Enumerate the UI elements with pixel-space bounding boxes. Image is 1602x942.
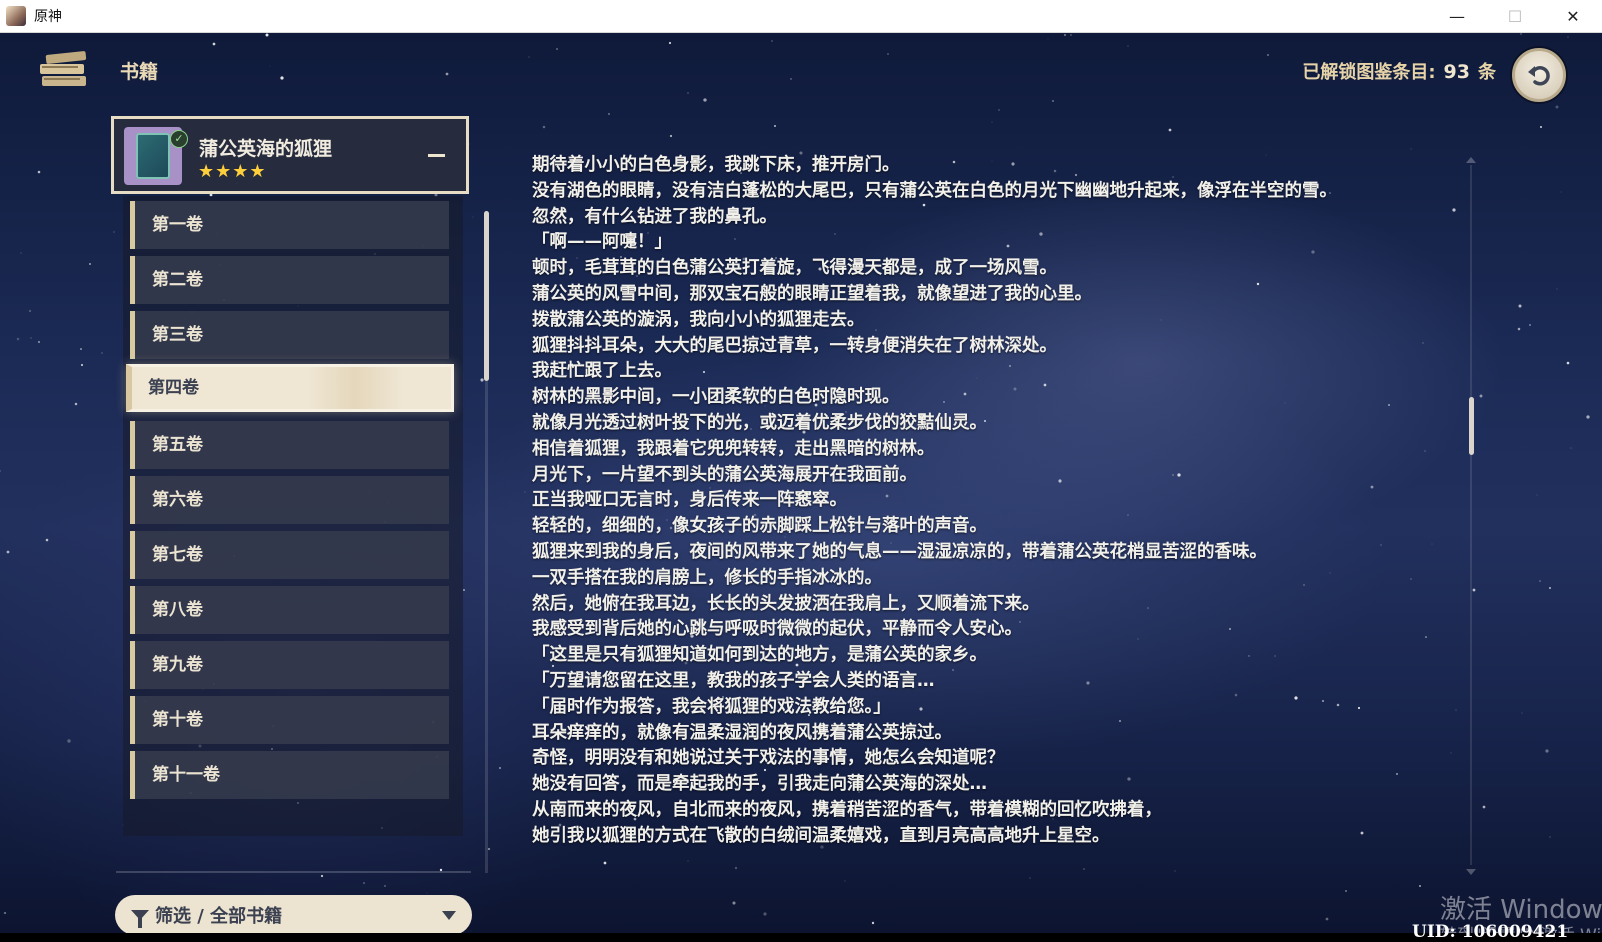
scroll-down-arrow-icon[interactable] [1466,869,1476,875]
window-title: 原神 [34,9,62,25]
text-line: 「这里是只有狐狸知道如何到达的地方，是蒲公英的家乡。 [532,645,987,666]
text-line: 一双手搭在我的肩膀上，修长的手指冰冰的。 [532,567,882,588]
text-line: 我感受到背后她的心跳与呼吸时微微的起伏，平静而令人安心。 [532,619,1022,640]
text-line: 期待着小小的白色身影，我跳下床，推开房门。 [532,155,900,175]
volume-list: 第一卷 第二卷 第三卷 第四卷 第五卷 第六卷 第七卷 第八卷 第九卷 第十卷 … [123,196,463,836]
unlock-count: 93 [1443,61,1470,83]
player-uid: UID: 106009421 [1412,922,1569,942]
section-title: 书籍 [120,61,159,83]
minimize-button[interactable]: — [1428,0,1486,32]
volume-item-10[interactable]: 第十卷 [130,696,449,744]
scroll-up-arrow-icon[interactable] [1466,157,1476,163]
collapse-icon[interactable] [428,154,445,157]
list-scrollbar-thumb[interactable] [484,211,489,381]
text-line: 然后，她俯在我耳边，长长的头发披洒在我肩上，又顺着流下来。 [532,593,1040,614]
maximize-button[interactable]: ☐ [1486,0,1544,32]
text-line: 从南而来的夜风，自北而来的夜风，携着稍苦涩的香气，带着模糊的回忆吹拂着， [532,799,1162,820]
volume-item-2[interactable]: 第二卷 [130,256,449,304]
books-icon [40,51,87,86]
text-line: 忽然，有什么钻进了我的鼻孔。 [532,206,777,227]
text-line: 蒲公英的风雪中间，那双宝石般的眼睛正望着我，就像望进了我的心里。 [532,283,1092,304]
text-scrollbar-track[interactable] [1470,165,1472,865]
volume-item-4-selected[interactable]: 第四卷 [126,364,454,412]
chevron-down-icon [442,911,456,920]
text-line: 没有湖色的眼睛，没有洁白蓬松的大尾巴，只有蒲公英在白色的月光下幽幽地升起来，像浮… [532,180,1337,201]
text-line: 「啊——阿嚏！」 [532,232,672,253]
text-line: 她没有回答，而是牵起我的手，引我走向蒲公英海的深处… [532,774,987,795]
text-line: 顿时，毛茸茸的白色蒲公英打着旋，飞得漫天都是，成了一场风雪。 [532,258,1057,279]
text-line: 狐狸来到我的身后，夜间的风带来了她的气息——湿湿凉凉的，带着蒲公英花梢显苦涩的香… [532,541,1267,562]
volume-item-8[interactable]: 第八卷 [130,586,449,634]
volume-item-5[interactable]: 第五卷 [130,421,449,469]
read-check-icon: ✓ [170,130,188,148]
unlock-counter: 已解锁图鉴条目: 93 条 [1302,58,1496,84]
unlock-unit: 条 [1478,62,1496,83]
book-entry-header[interactable]: ✓ 蒲公英海的狐狸 ★★★★ [111,116,469,194]
book-rating: ★★★★ [198,161,267,182]
book-text: 期待着小小的白色身影，我跳下床，推开房门。没有湖色的眼睛，没有洁白蓬松的大尾巴，… [532,153,1437,850]
window-titlebar: 原神 — ☐ ✕ [0,0,1602,33]
text-line: 我赶忙跟了上去。 [532,361,672,382]
text-line: 月光下，一片望不到头的蒲公英海展开在我面前。 [532,464,917,485]
filter-icon [131,910,149,928]
text-line: 狐狸抖抖耳朵，大大的尾巴掠过青草，一转身便消失在了树林深处。 [532,335,1057,356]
text-line: 就像月光透过树叶投下的光，或迈着优柔步伐的狡黠仙灵。 [532,412,987,433]
volume-item-7[interactable]: 第七卷 [130,531,449,579]
text-line: 「万望请您留在这里，教我的孩子学会人类的语言… [532,670,935,691]
app-icon [6,6,26,26]
filter-label: 筛选 / 全部书籍 [155,906,283,927]
text-line: 耳朵痒痒的，就像有温柔湿润的夜风携着蒲公英掠过。 [532,722,952,743]
volume-item-11[interactable]: 第十一卷 [130,751,449,799]
volume-item-6[interactable]: 第六卷 [130,476,449,524]
volume-item-3[interactable]: 第三卷 [130,311,449,359]
text-scrollbar-thumb[interactable] [1469,397,1474,455]
game-viewport: 书籍 已解锁图鉴条目: 93 条 ✓ 蒲公英海的狐狸 ★★★★ 第一卷 第二卷 … [0,33,1602,933]
book-title: 蒲公英海的狐狸 [199,138,333,160]
volume-item-9[interactable]: 第九卷 [130,641,449,689]
unlock-label: 已解锁图鉴条目: [1302,62,1436,83]
text-line: 拨散蒲公英的漩涡，我向小小的狐狸走去。 [532,309,865,330]
text-line: 相信着狐狸，我跟着它兜兜转转，走出黑暗的树林。 [532,438,935,459]
text-line: 树林的黑影中间，一小团柔软的白色时隐时现。 [532,387,900,408]
list-divider [116,871,471,873]
text-line: 她引我以狐狸的方式在飞散的白绒间温柔嬉戏，直到月亮高高地升上星空。 [532,825,1110,846]
book-cover-icon: ✓ [124,127,188,185]
back-arrow-icon [1528,66,1550,86]
text-line: 奇怪，明明没有和她说过关于戏法的事情，她怎么会知道呢？ [532,748,1005,769]
text-line: 正当我哑口无言时，身后传来一阵窸窣。 [532,490,847,511]
text-line: 轻轻的，细细的，像女孩子的赤脚踩上松针与落叶的声音。 [532,516,987,537]
volume-item-1[interactable]: 第一卷 [130,201,449,249]
back-button[interactable] [1512,48,1566,102]
close-button[interactable]: ✕ [1544,0,1602,32]
filter-dropdown[interactable]: 筛选 / 全部书籍 [115,895,472,933]
text-line: 「届时作为报答，我会将狐狸的戏法教给您。」 [532,696,891,717]
